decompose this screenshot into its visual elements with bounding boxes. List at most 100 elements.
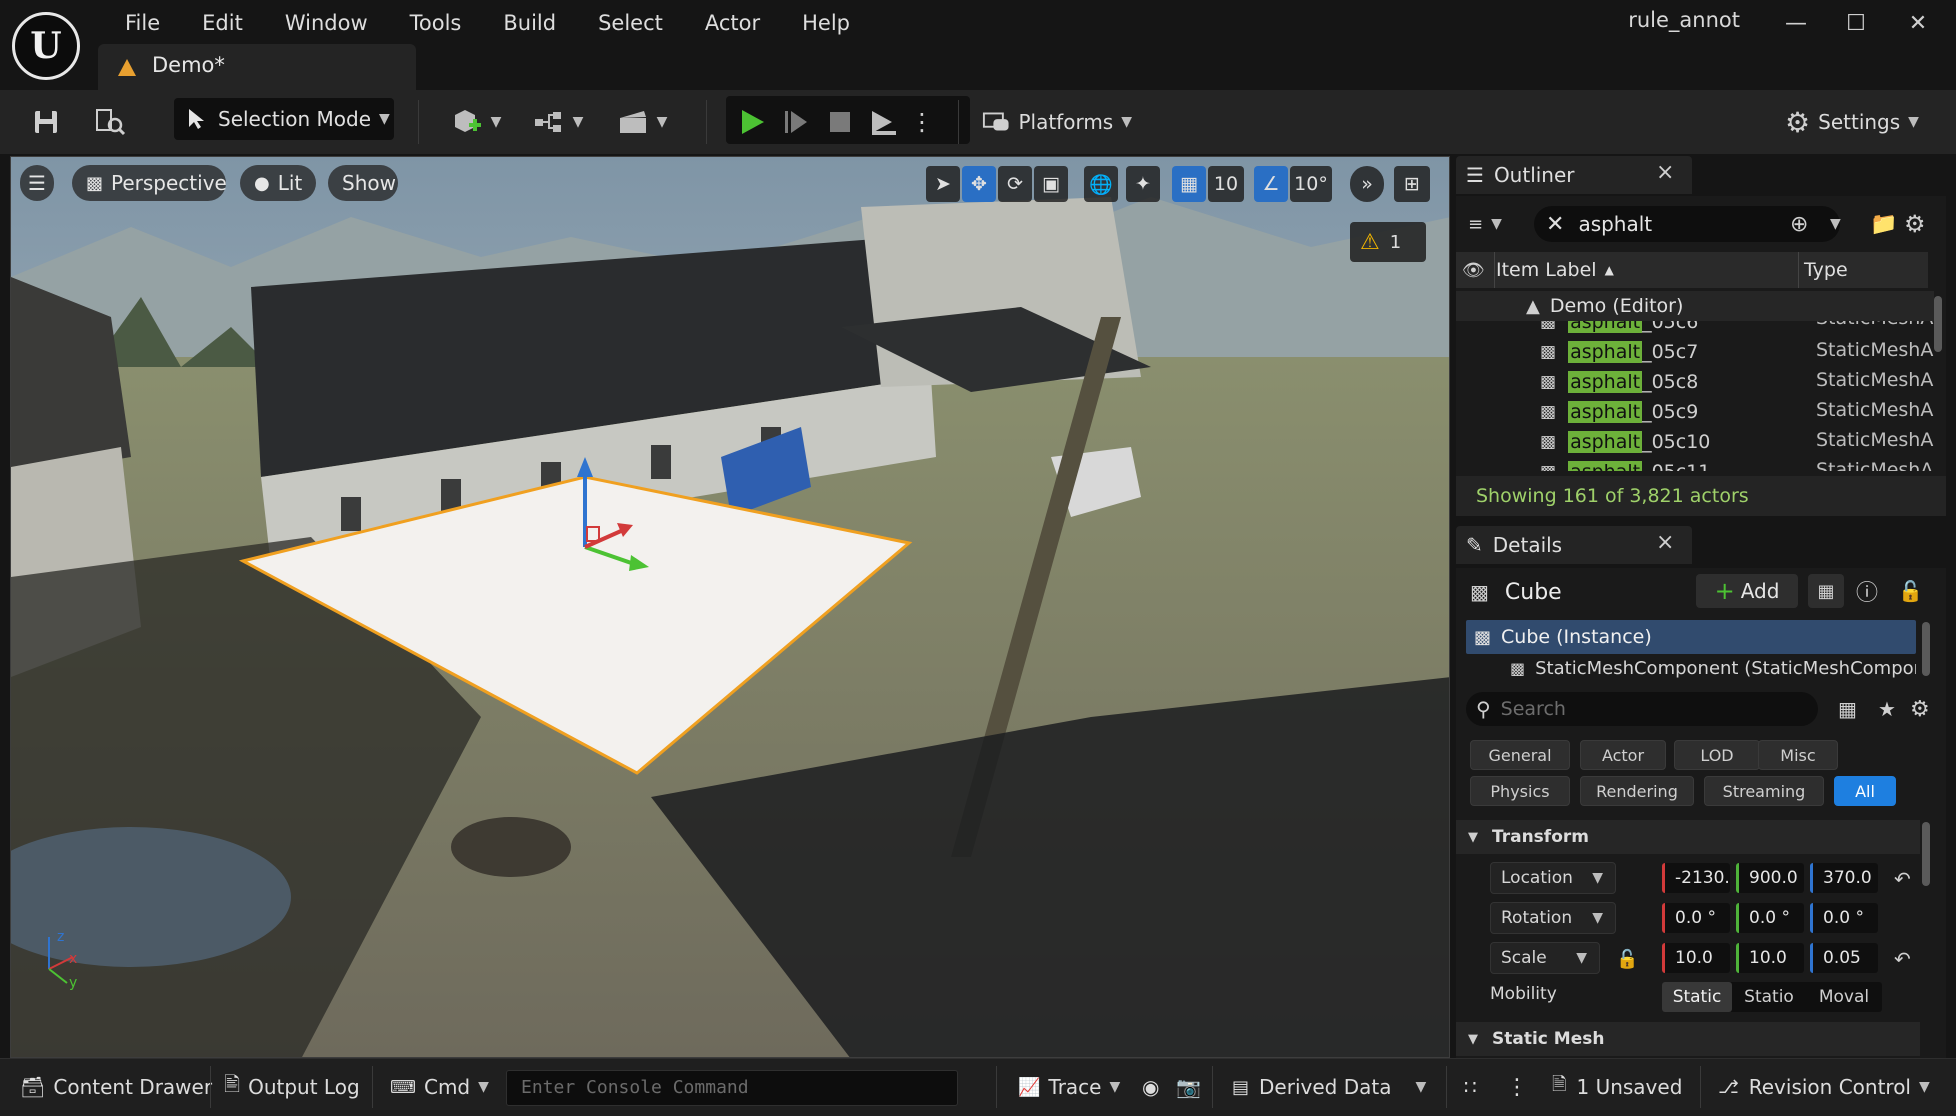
close-outliner-icon[interactable]: × (1656, 160, 1674, 185)
grid-snap-icon[interactable]: ▦ (1172, 166, 1206, 202)
eject-icon[interactable] (864, 100, 902, 144)
rotation-snap-value[interactable]: 10° (1290, 166, 1332, 202)
filter-rendering[interactable]: Rendering (1580, 776, 1694, 806)
viewport-layout-icon[interactable]: ⊞ (1394, 166, 1430, 202)
new-folder-icon[interactable]: 📁 (1870, 208, 1897, 240)
add-component-button[interactable]: + Add (1696, 574, 1798, 608)
scale-dropdown[interactable]: Scale ▼ (1490, 942, 1600, 974)
menu-window[interactable]: Window (264, 6, 389, 40)
details-scrollbar[interactable] (1922, 822, 1930, 886)
outliner-scrollbar[interactable] (1934, 296, 1942, 352)
column-type[interactable]: Type (1804, 252, 1848, 288)
maximize-icon[interactable]: ☐ (1826, 4, 1886, 42)
menu-file[interactable]: File (104, 6, 181, 40)
static-mesh-section[interactable]: ▼ Static Mesh (1456, 1022, 1920, 1056)
minimize-icon[interactable]: — (1766, 4, 1826, 42)
list-item[interactable]: ▩ asphalt _05c6 (1456, 321, 1698, 337)
cinematics-icon[interactable]: ▼ (612, 100, 672, 144)
scale-z-field[interactable]: 0.05 (1810, 943, 1878, 973)
transform-section[interactable]: ▼ Transform (1456, 820, 1920, 854)
grid-snap-value[interactable]: 10 (1208, 166, 1244, 202)
help-icon[interactable]: ⓘ (1856, 574, 1878, 608)
list-item[interactable]: ▩ asphalt _05c7 (1456, 337, 1698, 367)
location-dropdown[interactable]: Location ▼ (1490, 862, 1616, 894)
add-actor-icon[interactable]: ▼ (446, 100, 506, 144)
scale-y-field[interactable]: 10.0 (1736, 943, 1804, 973)
trace-dropdown[interactable]: 📈 Trace ▼ (1018, 1066, 1120, 1108)
visibility-eye-icon[interactable]: 👁 (1462, 252, 1485, 288)
rotation-x-field[interactable]: 0.0 ° (1662, 903, 1730, 933)
more-options-icon[interactable]: ⋮ (910, 100, 934, 144)
table-view-icon[interactable]: ▦ (1838, 692, 1857, 726)
show-button[interactable]: Show (328, 165, 398, 201)
source-control-status-icon[interactable]: ∷ (1464, 1066, 1477, 1108)
mobility-movable[interactable]: Moval (1806, 982, 1882, 1012)
settings-dropdown[interactable]: ⚙ Settings ▼ (1782, 100, 1922, 144)
menu-help[interactable]: Help (781, 6, 871, 40)
status-more-icon[interactable]: ⋮ (1506, 1066, 1528, 1108)
blueprint-icon[interactable]: ▦ (1808, 574, 1844, 608)
filter-misc[interactable]: Misc (1758, 740, 1838, 770)
details-settings-icon[interactable]: ⚙ (1910, 692, 1930, 726)
scale-tool-icon[interactable]: ▣ (1034, 166, 1068, 202)
derived-data-dropdown[interactable]: ▤ Derived Data ▼ (1232, 1066, 1426, 1108)
lock-icon[interactable]: 🔓 (1898, 574, 1923, 608)
filter-general[interactable]: General (1470, 740, 1570, 770)
list-item[interactable]: ▩ asphalt_05c11 (1456, 457, 1710, 471)
lit-button[interactable]: ● Lit (240, 165, 316, 201)
select-tool-icon[interactable]: ➤ (926, 166, 960, 202)
step-forward-icon[interactable] (778, 100, 814, 144)
filter-lod[interactable]: LOD (1674, 740, 1760, 770)
warning-indicator[interactable]: ⚠ 1 (1350, 222, 1426, 262)
mobility-static[interactable]: Static (1662, 982, 1732, 1012)
content-drawer-button[interactable]: 🗃 Content Drawer (20, 1066, 212, 1108)
components-scrollbar[interactable] (1922, 622, 1930, 676)
menu-tools[interactable]: Tools (389, 6, 483, 40)
scale-lock-icon[interactable]: 🔓 (1616, 944, 1638, 974)
cmd-dropdown[interactable]: ⌨ Cmd ▼ (390, 1066, 489, 1108)
rotation-dropdown[interactable]: Rotation ▼ (1490, 902, 1616, 934)
surface-snap-icon[interactable]: ✦ (1126, 166, 1160, 202)
filter-actor[interactable]: Actor (1580, 740, 1666, 770)
menu-select[interactable]: Select (577, 6, 684, 40)
add-filter-icon[interactable]: ⊕ (1790, 208, 1808, 240)
menu-edit[interactable]: Edit (181, 6, 264, 40)
menu-actor[interactable]: Actor (684, 6, 781, 40)
stop-icon[interactable] (822, 100, 858, 144)
filter-dropdown-icon[interactable]: ▼ (1822, 208, 1841, 240)
scale-x-field[interactable]: 10.0 (1662, 943, 1730, 973)
menu-build[interactable]: Build (482, 6, 577, 40)
list-item[interactable]: ▩ asphalt _05c8 (1456, 367, 1698, 397)
filter-physics[interactable]: Physics (1470, 776, 1570, 806)
save-icon[interactable] (26, 100, 66, 144)
unreal-logo-icon[interactable]: U (12, 12, 80, 80)
column-item-label[interactable]: Item Label ▲ (1496, 252, 1614, 288)
browse-icon[interactable] (90, 100, 130, 144)
rotation-z-field[interactable]: 0.0 ° (1810, 903, 1878, 933)
favorites-star-icon[interactable]: ★ (1878, 692, 1896, 726)
reset-location-icon[interactable]: ↶ (1894, 864, 1911, 894)
record-icon[interactable]: ◉ (1142, 1066, 1159, 1108)
output-log-button[interactable]: 🖹 Output Log (224, 1066, 360, 1108)
close-details-icon[interactable]: × (1656, 530, 1674, 555)
blueprint-icon[interactable]: ▼ (528, 100, 588, 144)
rotation-y-field[interactable]: 0.0 ° (1736, 903, 1804, 933)
tree-row-root[interactable]: ▲ Demo (Editor) (1456, 291, 1934, 321)
viewport-menu-icon[interactable]: ☰ (20, 165, 54, 201)
world-space-icon[interactable]: 🌐 (1084, 166, 1118, 202)
location-y-field[interactable]: 900.0 (1736, 863, 1804, 893)
level-viewport[interactable]: z x y (10, 156, 1450, 1058)
component-row[interactable]: ▩ StaticMeshComponent (StaticMeshCompone… (1466, 656, 1916, 680)
revision-control-dropdown[interactable]: ⎇ Revision Control ▼ (1718, 1066, 1930, 1108)
outliner-settings-icon[interactable]: ⚙ (1904, 208, 1926, 240)
filter-icon[interactable]: ≡ ▼ (1468, 208, 1502, 240)
translate-tool-icon[interactable]: ✥ (962, 166, 996, 202)
rotate-tool-icon[interactable]: ⟳ (998, 166, 1032, 202)
document-tab-demo[interactable]: Demo* (98, 44, 416, 90)
perspective-button[interactable]: ▩ Perspective (72, 165, 227, 201)
list-item[interactable]: ▩ asphalt _05c10 (1456, 427, 1710, 457)
location-z-field[interactable]: 370.0 (1810, 863, 1878, 893)
screenshot-icon[interactable]: 📷 (1176, 1066, 1201, 1108)
filter-streaming[interactable]: Streaming (1704, 776, 1824, 806)
reset-scale-icon[interactable]: ↶ (1894, 944, 1911, 974)
